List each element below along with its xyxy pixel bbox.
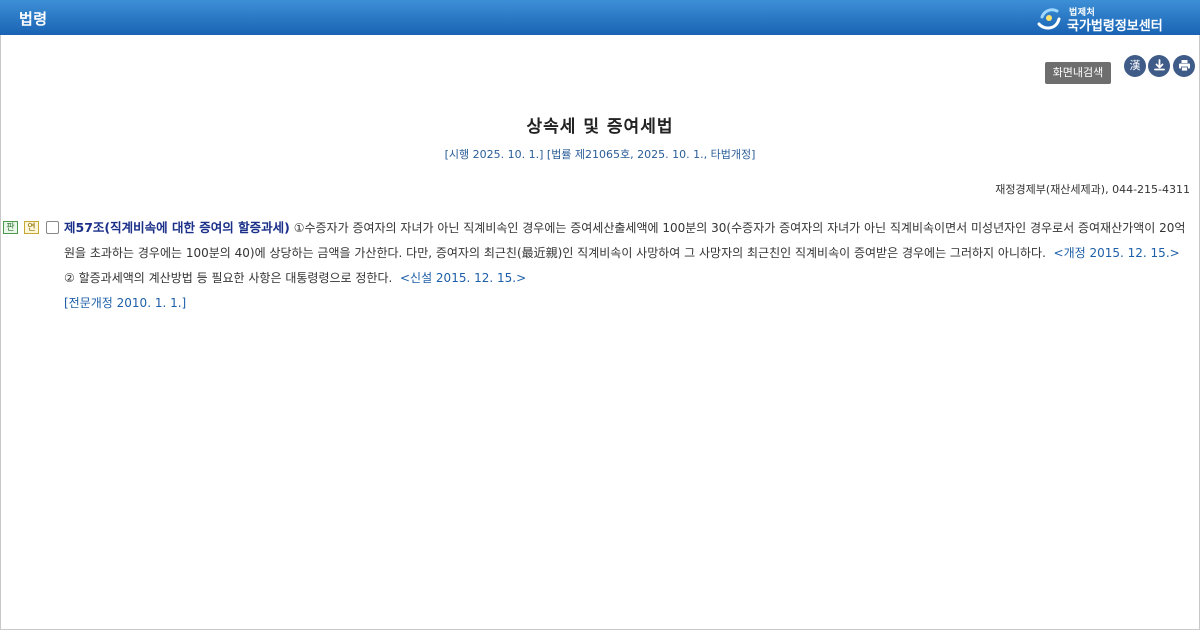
ministry-contact: 재정경제부(재산세제과), 044-215-4311: [995, 183, 1190, 196]
download-icon: [1153, 59, 1165, 71]
full-amendment-note[interactable]: [전문개정 2010. 1. 1.]: [64, 291, 1190, 316]
in-page-search-button[interactable]: 화면내검색: [1045, 62, 1111, 84]
article-paragraph-2: ② 할증과세액의 계산방법 등 필요한 사항은 대통령령으로 정한다. <신설 …: [64, 266, 1190, 291]
header-title: 법령: [19, 10, 48, 28]
logo-center-text: 국가법령정보센터: [1067, 19, 1163, 34]
article-heading: 제57조(직계비속에 대한 증여의 할증과세): [64, 220, 290, 235]
print-icon: [1178, 60, 1190, 72]
case-law-badge[interactable]: 판: [3, 221, 18, 234]
download-button[interactable]: [1148, 55, 1170, 77]
logo-swoosh-icon: [1037, 8, 1061, 30]
header-bar: 법령 법제처 국가법령정보센터: [0, 0, 1200, 35]
logo[interactable]: 법제처 국가법령정보센터: [1036, 4, 1186, 34]
article-select-checkbox[interactable]: [46, 221, 59, 234]
paragraph-2-amend-link[interactable]: <신설 2015. 12. 15.>: [400, 271, 526, 285]
paragraph-2-text: ② 할증과세액의 계산방법 등 필요한 사항은 대통령령으로 정한다.: [64, 271, 393, 285]
article-paragraph-1: 제57조(직계비속에 대한 증여의 할증과세) ①수증자가 증여자의 자녀가 아…: [64, 215, 1190, 266]
print-button[interactable]: [1173, 55, 1195, 77]
law-enforcement-info: [시행 2025. 10. 1.] [법률 제21065호, 2025. 10.…: [444, 148, 756, 161]
hanja-toggle-button[interactable]: 漢: [1124, 55, 1146, 77]
law-title: 상속세 및 증여세법: [526, 117, 674, 137]
article-body: 제57조(직계비속에 대한 증여의 할증과세) ①수증자가 증여자의 자녀가 아…: [64, 215, 1190, 316]
history-badge[interactable]: 연: [24, 221, 39, 234]
paragraph-1-amend-link[interactable]: <개정 2015. 12. 15.>: [1054, 246, 1180, 260]
